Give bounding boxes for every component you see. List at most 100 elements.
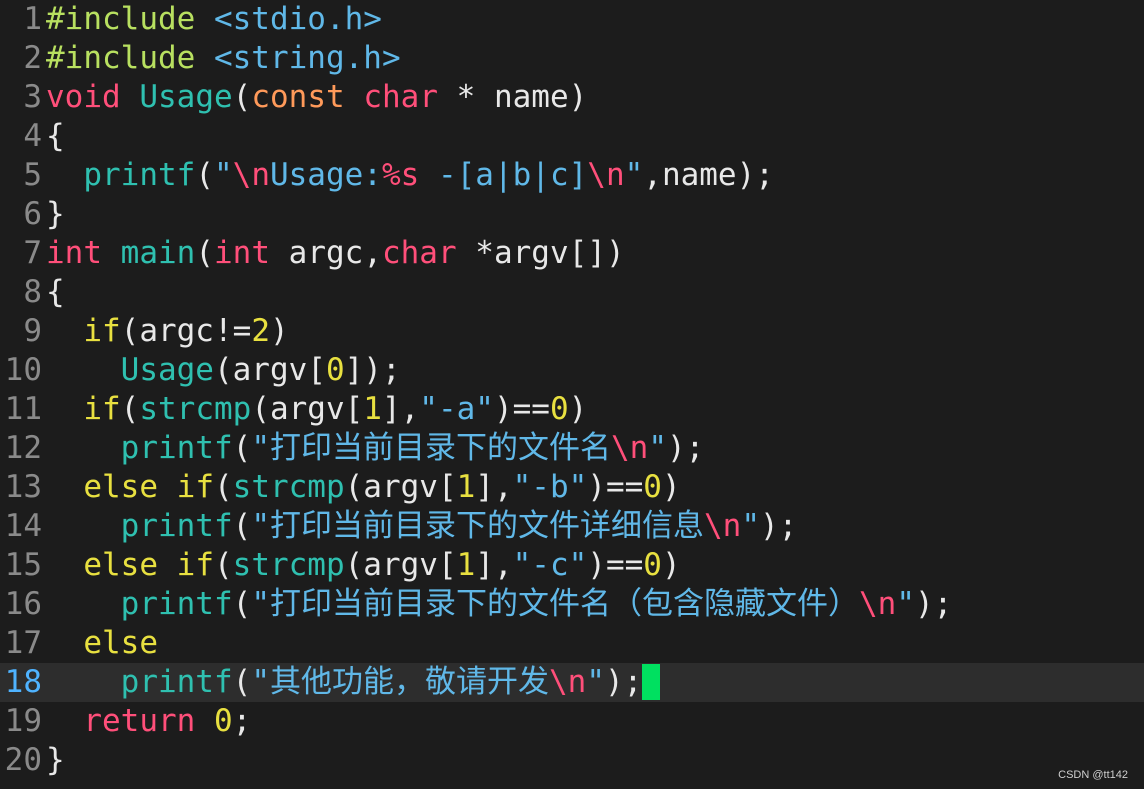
code-token: else (83, 625, 158, 661)
code-line[interactable]: 14 printf("打印当前目录下的文件详细信息\n"); (0, 507, 1144, 546)
code-token: Usage: (269, 157, 382, 193)
code-token: )== (587, 469, 644, 505)
code-token: ; (232, 703, 252, 739)
code-token: "-c" (512, 547, 588, 583)
code-token: 0 (549, 391, 569, 427)
code-token: strcmp (139, 391, 252, 427)
code-line[interactable]: 12 printf("打印当前目录下的文件名\n"); (0, 429, 1144, 468)
code-token: ); (604, 664, 643, 700)
code-token: char (363, 79, 438, 115)
code-text: #include <string.h> (46, 39, 401, 78)
code-line[interactable]: 9 if(argc!=2) (0, 312, 1144, 351)
code-token: )== (493, 391, 550, 427)
code-text: else if(strcmp(argv[1],"-b")==0) (46, 468, 681, 507)
code-token: printf (83, 157, 196, 193)
code-token: "打印当前目录下的文件名（包含隐藏文件） (251, 586, 859, 622)
code-token: " (586, 664, 605, 700)
line-number: 20 (4, 742, 42, 778)
code-token: int (214, 235, 270, 271)
code-line[interactable]: 10 Usage(argv[0]); (0, 351, 1144, 390)
code-token: argc, (270, 235, 382, 271)
code-token: ( (213, 547, 233, 583)
code-line[interactable]: 11 if(strcmp(argv[1],"-a")==0) (0, 390, 1144, 429)
code-token: " (741, 508, 760, 544)
code-token: const (251, 79, 345, 115)
code-token: (argc!= (120, 313, 252, 349)
code-text: return 0; (46, 702, 251, 741)
code-token: <stdio.h> (213, 1, 382, 37)
code-token: else (83, 469, 158, 505)
line-number: 9 (23, 313, 42, 349)
code-line[interactable]: 19 return 0; (0, 702, 1144, 741)
code-token: \n (610, 430, 649, 466)
line-number: 5 (23, 157, 42, 193)
code-token: ( (232, 79, 252, 115)
code-editor[interactable]: 1 #include <stdio.h> 2 #include <string.h> 3… (0, 0, 1144, 789)
code-token: %s (381, 157, 420, 193)
code-token: 1 (456, 547, 476, 583)
code-token: \n (858, 586, 897, 622)
code-token: 0 (643, 547, 662, 583)
code-token: \n (232, 157, 270, 193)
code-token: "打印当前目录下的文件详细信息 (251, 508, 704, 544)
code-line[interactable]: 17 else (0, 624, 1144, 663)
code-line[interactable]: 18 printf("其他功能，敬请开发\n"); (0, 663, 1144, 702)
code-token: \n (548, 664, 587, 700)
code-token: void (46, 79, 121, 115)
code-line[interactable]: 20} (0, 741, 1144, 780)
line-number: 8 (23, 274, 42, 310)
code-line[interactable]: 8{ (0, 273, 1144, 312)
code-token: ( (120, 391, 140, 427)
code-line[interactable]: 13 else if(strcmp(argv[1],"-b")==0) (0, 468, 1144, 507)
code-line[interactable]: 7 int main(int argc,char *argv[]) (0, 234, 1144, 273)
code-token: 0 (325, 352, 345, 388)
code-token: return (83, 703, 196, 739)
code-text: printf("打印当前目录下的文件名\n"); (46, 429, 705, 468)
code-token: Usage (139, 79, 233, 115)
code-line[interactable]: 5 printf("\nUsage:%s -[a|b|c]\n",name); (0, 156, 1144, 195)
code-token: ( (232, 586, 252, 622)
code-token: " (896, 586, 915, 622)
code-line[interactable]: 16 printf("打印当前目录下的文件名（包含隐藏文件）\n"); (0, 585, 1144, 624)
code-token: " (213, 157, 233, 193)
code-token: { (46, 118, 65, 154)
code-token: ( (195, 235, 214, 271)
code-token: " (624, 157, 644, 193)
code-text: { (46, 117, 65, 156)
code-line[interactable]: 6} (0, 195, 1144, 234)
code-token: ], (381, 391, 420, 427)
code-token: else (83, 547, 158, 583)
code-token: ) (661, 547, 681, 583)
line-number: 1 (23, 1, 42, 37)
code-text: int main(int argc,char *argv[]) (46, 234, 625, 273)
line-number: 12 (4, 430, 42, 466)
line-number: 17 (4, 625, 42, 661)
code-token: ( (195, 157, 214, 193)
code-token: )== (587, 547, 644, 583)
code-line[interactable]: 3 void Usage(const char * name) (0, 78, 1144, 117)
code-token: ) (661, 469, 681, 505)
code-token: strcmp (232, 469, 345, 505)
code-line[interactable]: 4{ (0, 117, 1144, 156)
code-token: " (648, 430, 667, 466)
code-token: if (83, 391, 121, 427)
code-line[interactable]: 2 #include <string.h> (0, 39, 1144, 78)
text-cursor (642, 663, 661, 700)
line-number: 18 (4, 664, 42, 700)
code-token: ) (568, 391, 588, 427)
code-text: if(strcmp(argv[1],"-a")==0) (46, 390, 587, 429)
code-line[interactable]: 15 else if(strcmp(argv[1],"-c")==0) (0, 546, 1144, 585)
code-token: ( (232, 430, 252, 466)
code-line[interactable]: 1 #include <stdio.h> (0, 0, 1144, 39)
code-token: 0 (643, 469, 662, 505)
line-number: 14 (4, 508, 42, 544)
code-token: \n (703, 508, 742, 544)
code-token: if (176, 469, 214, 505)
